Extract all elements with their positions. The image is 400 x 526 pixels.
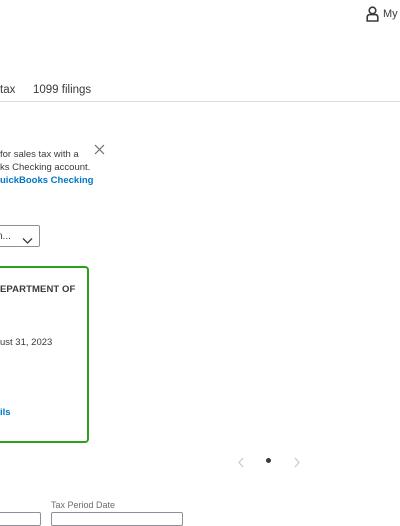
close-icon[interactable] xyxy=(94,142,105,155)
carousel-dot[interactable] xyxy=(266,458,271,463)
dropdown-value: n... xyxy=(0,230,11,242)
account-label: My xyxy=(383,8,398,20)
agency-field[interactable] xyxy=(0,512,41,526)
banner-text-line1: for sales tax with a xyxy=(0,149,79,160)
tab-1099-filings[interactable]: 1099 filings xyxy=(33,84,91,96)
card-details-link[interactable]: ils xyxy=(0,407,11,418)
banner-link[interactable]: uickBooks Checking xyxy=(0,175,93,186)
chevron-right-icon[interactable] xyxy=(293,455,301,473)
agency-dropdown[interactable]: n... xyxy=(0,225,40,247)
account-menu[interactable]: My xyxy=(366,6,398,22)
chevron-left-icon[interactable] xyxy=(237,455,245,473)
card-due-date: ust 31, 2023 xyxy=(0,337,53,348)
tab-sales-tax[interactable]: tax xyxy=(0,84,15,96)
tax-period-field[interactable] xyxy=(51,512,183,526)
tabs-divider xyxy=(0,101,400,102)
user-icon xyxy=(366,6,379,22)
chevron-down-icon xyxy=(22,232,33,250)
banner-text-line2: ks Checking account. xyxy=(0,162,91,173)
card-agency-title: EPARTMENT OF xyxy=(0,284,76,295)
tax-period-label: Tax Period Date xyxy=(51,500,116,510)
